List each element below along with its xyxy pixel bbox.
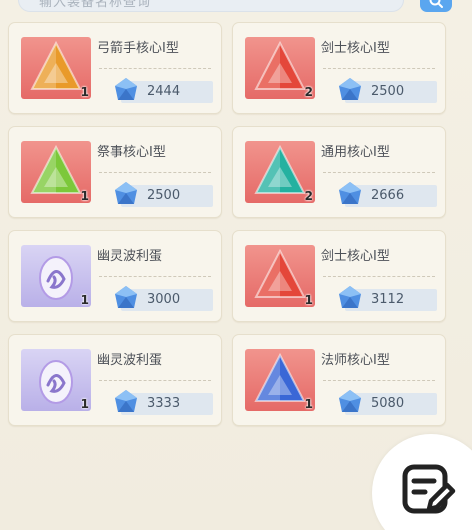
edit-note-icon	[402, 464, 456, 514]
search-icon	[429, 0, 443, 8]
item-name: 祭事核心I型	[97, 145, 166, 160]
item-thumbnail: 2	[245, 37, 315, 99]
item-thumbnail: 1	[21, 349, 91, 411]
item-price: 2666	[371, 188, 405, 203]
item-thumbnail: 1	[245, 349, 315, 411]
search-placeholder: 输入装备名称查询	[39, 0, 152, 10]
item-price: 3000	[147, 292, 181, 307]
shop-item-card[interactable]: 1 剑士核心I型 3112	[232, 230, 446, 322]
item-quantity: 1	[80, 189, 89, 203]
item-name: 剑士核心I型	[321, 249, 390, 264]
divider	[323, 380, 435, 381]
item-thumbnail: 1	[21, 141, 91, 203]
blue-gem-icon	[335, 283, 365, 317]
shop-item-card[interactable]: 2 通用核心I型 2666	[232, 126, 446, 218]
item-name: 幽灵波利蛋	[97, 353, 163, 368]
divider	[99, 172, 211, 173]
item-name: 法师核心I型	[321, 353, 390, 368]
item-name: 弓箭手核心I型	[97, 41, 179, 56]
item-thumbnail: 1	[21, 245, 91, 307]
item-name: 剑士核心I型	[321, 41, 390, 56]
divider	[323, 276, 435, 277]
shop-item-card[interactable]: 1 弓箭手核心I型 2444	[8, 22, 222, 114]
divider	[99, 276, 211, 277]
divider	[323, 172, 435, 173]
item-thumbnail: 1	[21, 37, 91, 99]
item-quantity: 1	[80, 85, 89, 99]
edit-fab-button[interactable]	[372, 434, 472, 530]
item-price: 3112	[371, 292, 405, 307]
blue-gem-icon	[111, 75, 141, 109]
shop-item-card[interactable]: 1 幽灵波利蛋 3000	[8, 230, 222, 322]
item-price: 2500	[371, 84, 405, 99]
item-price: 5080	[371, 396, 405, 411]
item-quantity: 1	[304, 397, 313, 411]
blue-gem-icon	[335, 387, 365, 421]
item-quantity: 1	[80, 397, 89, 411]
item-price: 3333	[147, 396, 181, 411]
blue-gem-icon	[111, 179, 141, 213]
divider	[323, 68, 435, 69]
shop-item-card[interactable]: 1 幽灵波利蛋 3333	[8, 334, 222, 426]
item-price: 2444	[147, 84, 181, 99]
search-input[interactable]: 输入装备名称查询	[18, 0, 404, 12]
item-quantity: 1	[304, 293, 313, 307]
item-name: 幽灵波利蛋	[97, 249, 163, 264]
item-thumbnail: 2	[245, 141, 315, 203]
item-price: 2500	[147, 188, 181, 203]
shop-item-card[interactable]: 1 法师核心I型 5080	[232, 334, 446, 426]
item-thumbnail: 1	[245, 245, 315, 307]
item-name: 通用核心I型	[321, 145, 390, 160]
divider	[99, 380, 211, 381]
divider	[99, 68, 211, 69]
item-quantity: 1	[80, 293, 89, 307]
item-quantity: 2	[304, 85, 313, 99]
search-bar: 输入装备名称查询	[0, 0, 472, 16]
shop-item-card[interactable]: 1 祭事核心I型 2500	[8, 126, 222, 218]
blue-gem-icon	[111, 387, 141, 421]
blue-gem-icon	[335, 179, 365, 213]
item-quantity: 2	[304, 189, 313, 203]
blue-gem-icon	[111, 283, 141, 317]
shop-screen: 输入装备名称查询 1 弓箭手核心I型 2444 2 剑士核心I型 2500 1 祭事核心I…	[0, 0, 472, 530]
blue-gem-icon	[335, 75, 365, 109]
search-button[interactable]	[420, 0, 452, 12]
shop-item-card[interactable]: 2 剑士核心I型 2500	[232, 22, 446, 114]
